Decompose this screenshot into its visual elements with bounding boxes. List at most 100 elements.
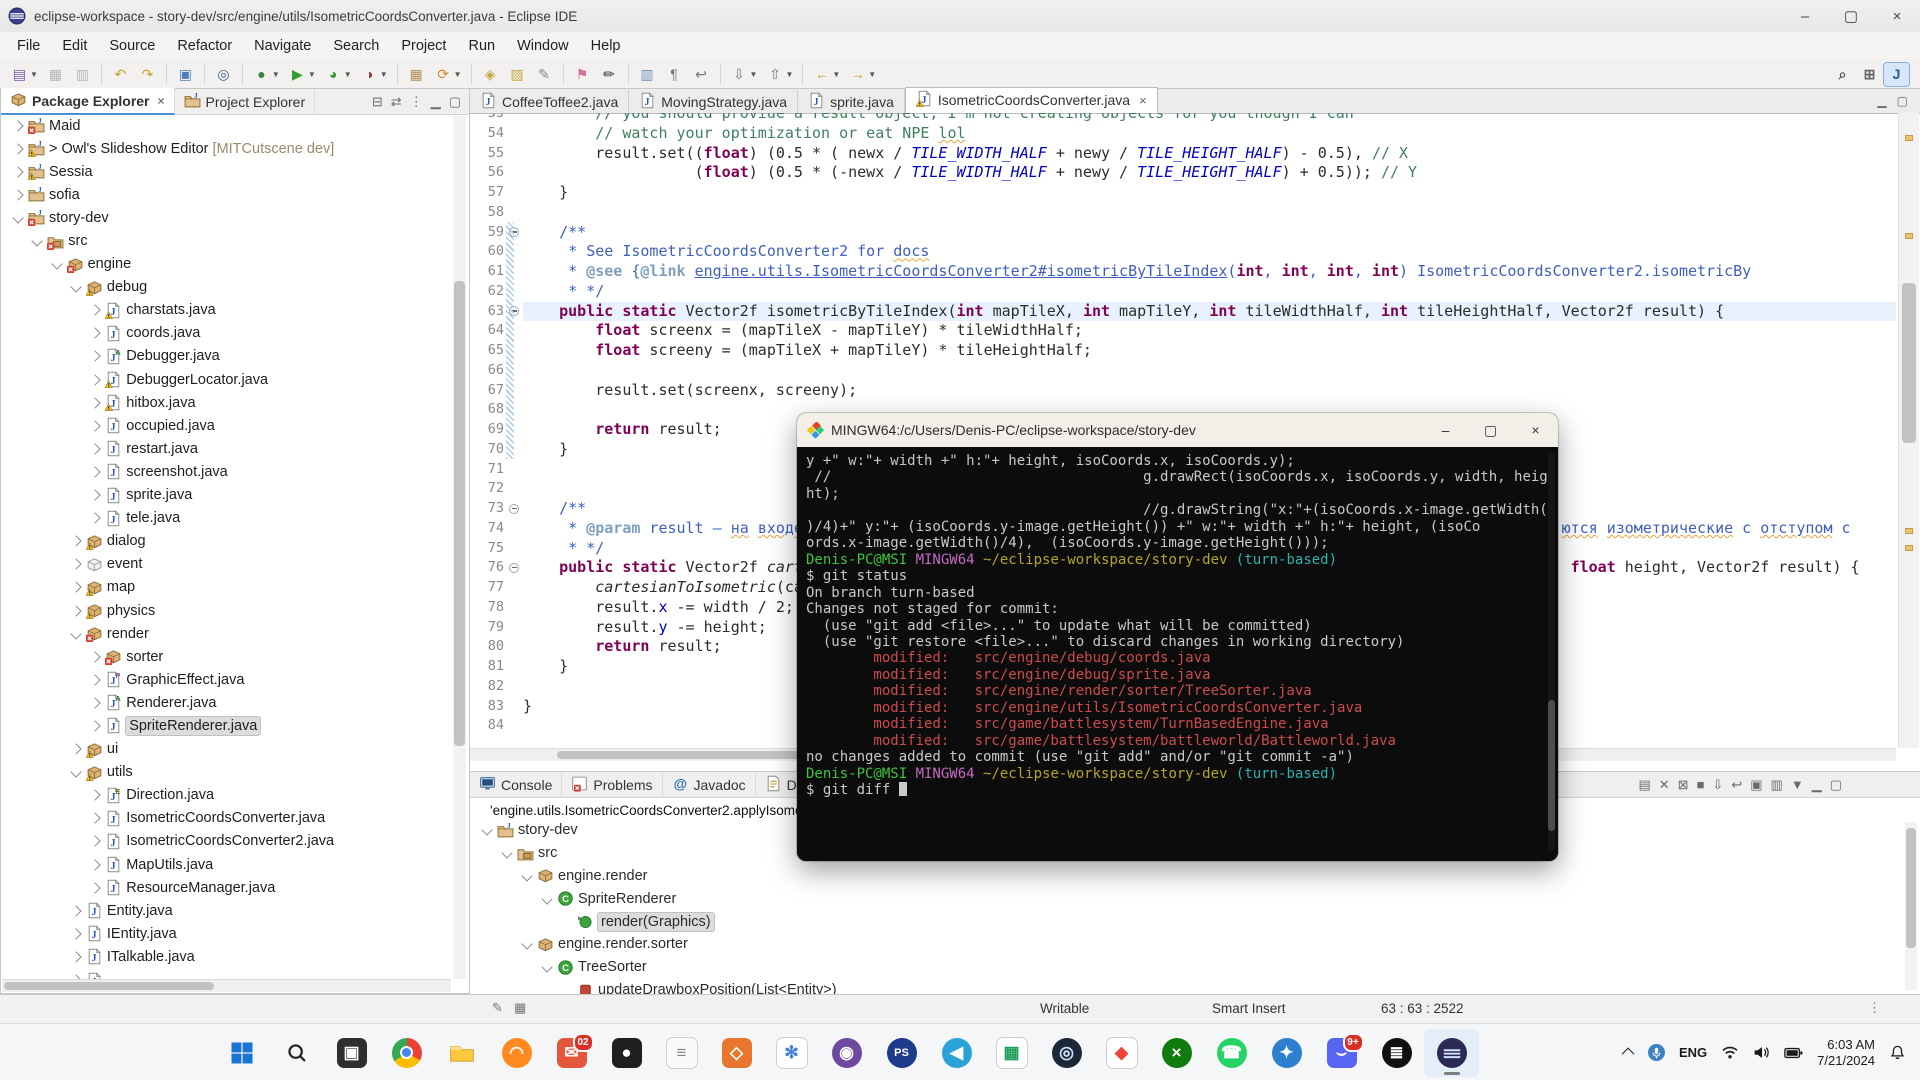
tree-item[interactable]: CSpriteRenderer	[470, 887, 1900, 910]
view-menu-button[interactable]: ⋮	[410, 94, 423, 110]
console-panel-scrollbar[interactable]	[1905, 822, 1917, 990]
toolbar-java-perspective-button[interactable]: J	[1884, 63, 1909, 86]
toolbar-new-java-project-button[interactable]: ▦	[404, 63, 429, 86]
tree-item[interactable]: JADebugger.java	[1, 345, 469, 368]
package-explorer-scrollbar[interactable]	[453, 116, 466, 979]
minimize-editor-button[interactable]: ▁	[1877, 94, 1886, 108]
toolbar-debug-button[interactable]: ●▼	[249, 63, 283, 86]
word-wrap-button[interactable]: ↩	[1731, 777, 1742, 793]
terminal-close-button[interactable]: ×	[1513, 413, 1558, 447]
maximize-editor-button[interactable]: ▢	[1897, 94, 1908, 108]
tree-item[interactable]: CTreeSorter	[470, 956, 1900, 979]
tree-item[interactable]: JDebuggerLocator.java	[1, 368, 469, 391]
clock[interactable]: 6:03 AM 7/21/2024	[1817, 1037, 1875, 1069]
expander-icon[interactable]	[12, 166, 23, 177]
taskbar-steam[interactable]: ◎	[1039, 1029, 1094, 1077]
tray-mic-icon[interactable]	[1648, 1044, 1665, 1061]
expander-icon[interactable]	[70, 743, 81, 754]
expander-icon[interactable]	[70, 559, 81, 570]
expander-icon[interactable]	[90, 466, 101, 477]
view-tab-javadoc[interactable]: @Javadoc	[663, 772, 756, 797]
menu-run[interactable]: Run	[457, 34, 506, 58]
close-button[interactable]: ×	[1874, 0, 1920, 32]
expander-icon[interactable]	[90, 351, 101, 362]
tree-item[interactable]: Jrestart.java	[1, 437, 469, 460]
git-bash-titlebar[interactable]: MINGW64:/c/Users/Denis-PC/eclipse-worksp…	[797, 413, 1558, 447]
tree-item[interactable]: debug	[1, 276, 469, 299]
taskbar-firefox[interactable]: ◠	[489, 1029, 544, 1077]
toolbar-toggle-highlight-button[interactable]: ✏	[597, 63, 622, 86]
tree-item[interactable]: JIEntity.java	[1, 922, 469, 945]
tree-item[interactable]: JIsometricCoordsConverter.java	[1, 807, 469, 830]
link-with-editor-button[interactable]: ⇄	[391, 94, 402, 110]
tree-item[interactable]: Jcoords.java	[1, 322, 469, 345]
fold-column[interactable]	[506, 499, 523, 519]
toolbar-word-wrap-button[interactable]: ↩	[689, 63, 714, 86]
expander-icon[interactable]	[521, 939, 532, 950]
tree-item[interactable]: Jcharstats.java	[1, 299, 469, 322]
tree-item[interactable]: ui	[1, 738, 469, 761]
toolbar-open-console-button[interactable]: ▣	[173, 63, 198, 86]
expander-icon[interactable]	[501, 848, 512, 859]
expander-icon[interactable]	[90, 512, 101, 523]
menu-project[interactable]: Project	[390, 34, 457, 58]
tree-item[interactable]: render(Graphics)	[470, 910, 1900, 933]
menu-file[interactable]: File	[6, 34, 51, 58]
toolbar-next-annotation-button[interactable]: ⇩▼	[727, 63, 761, 86]
taskbar-whatsapp[interactable]: ☎	[1204, 1029, 1259, 1077]
expander-icon[interactable]	[90, 674, 101, 685]
expander-icon[interactable]	[90, 836, 101, 847]
menu-edit[interactable]: Edit	[51, 34, 98, 58]
toolbar-open-declaration-button[interactable]: ▥	[635, 63, 660, 86]
expander-icon[interactable]	[70, 905, 81, 916]
taskbar-blue-app[interactable]: ✦	[1259, 1029, 1314, 1077]
expander-icon[interactable]	[90, 443, 101, 454]
taskbar-notepad[interactable]: ≡	[654, 1029, 709, 1077]
menu-search[interactable]: Search	[322, 34, 390, 58]
tree-item[interactable]: engine.render	[470, 865, 1900, 888]
editor-tab-MovingStrategy.java[interactable]: JMovingStrategy.java	[629, 90, 798, 113]
statusbar-menu-icon[interactable]: ⋮	[1868, 1000, 1881, 1016]
tree-item[interactable]: utils	[1, 761, 469, 784]
tree-item[interactable]: Jstory-dev	[1, 206, 469, 229]
expander-icon[interactable]	[481, 825, 492, 836]
tree-item[interactable]: Jtele.java	[1, 507, 469, 530]
wifi-icon[interactable]	[1721, 1045, 1739, 1060]
toolbar-back-button[interactable]: ←▼	[809, 63, 843, 86]
package-explorer-hscrollbar[interactable]	[2, 979, 451, 992]
menu-help[interactable]: Help	[580, 34, 632, 58]
tree-item[interactable]: Jhitbox.java	[1, 391, 469, 414]
expander-icon[interactable]	[541, 962, 552, 973]
taskbar-file-explorer[interactable]	[434, 1029, 489, 1077]
editor-tab-IsometricCoordsConverter.java[interactable]: JIsometricCoordsConverter.java×	[905, 87, 1158, 113]
pin-console-button[interactable]: ▣	[1750, 777, 1762, 793]
toolbar-toggle-mark-occurrences-button[interactable]: ⚑	[570, 63, 595, 86]
annotation-marker[interactable]	[1905, 528, 1913, 534]
maximize-panel-button[interactable]: ▢	[1830, 777, 1842, 793]
minimize-button[interactable]: –	[1782, 0, 1828, 32]
tree-item[interactable]: Jsofia	[1, 183, 469, 206]
clear-console-button[interactable]: ▤	[1638, 777, 1650, 793]
taskbar-game-orange[interactable]: ◇	[709, 1029, 764, 1077]
expander-icon[interactable]	[90, 859, 101, 870]
terminal-scrollbar[interactable]	[1548, 453, 1555, 851]
tree-item[interactable]: sorter	[1, 645, 469, 668]
taskbar-github[interactable]: ◉	[819, 1029, 874, 1077]
view-tab-console[interactable]: Console	[470, 772, 562, 797]
menu-navigate[interactable]: Navigate	[243, 34, 322, 58]
menu-window[interactable]: Window	[506, 34, 580, 58]
expander-icon[interactable]	[90, 305, 101, 316]
close-tab-icon[interactable]: ×	[1139, 93, 1147, 108]
collapse-all-button[interactable]: ⊟	[372, 94, 383, 110]
annotation-marker[interactable]	[1905, 545, 1913, 551]
expander-icon[interactable]	[12, 189, 23, 200]
menu-source[interactable]: Source	[98, 34, 166, 58]
taskbar-search[interactable]	[269, 1029, 324, 1077]
terminate-button[interactable]: ■	[1697, 777, 1705, 792]
expander-icon[interactable]	[12, 143, 23, 154]
expander-icon[interactable]	[90, 720, 101, 731]
taskbar-playstation[interactable]: PS	[874, 1029, 929, 1077]
terminal-minimize-button[interactable]: –	[1423, 413, 1468, 447]
tree-item[interactable]: JSessia	[1, 160, 469, 183]
expander-icon[interactable]	[90, 697, 101, 708]
